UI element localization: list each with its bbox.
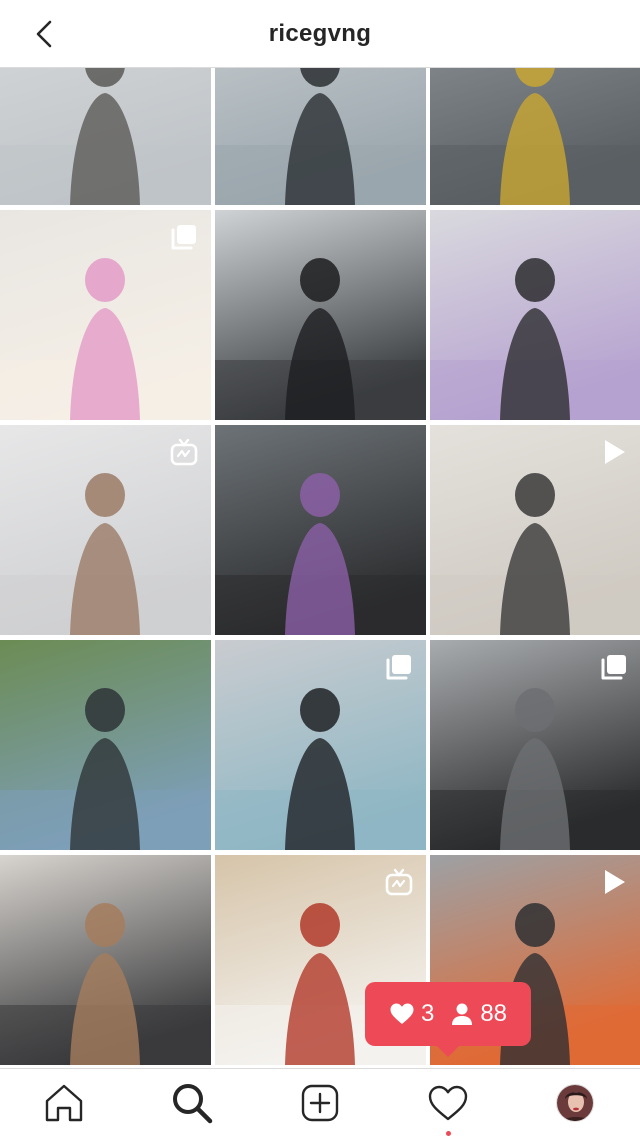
carousel-icon <box>384 652 414 682</box>
tab-new-post[interactable] <box>298 1081 342 1125</box>
post-thumbnail <box>430 210 640 420</box>
tab-activity[interactable] <box>426 1081 470 1136</box>
post-thumbnail <box>430 68 640 205</box>
grid-post[interactable] <box>430 68 640 205</box>
notification-dot <box>446 1131 451 1136</box>
followers-count: 88 <box>480 1000 508 1027</box>
bottom-nav <box>0 1068 640 1138</box>
grid-post[interactable] <box>0 855 211 1065</box>
grid-post[interactable] <box>215 210 426 420</box>
activity-popup[interactable]: 3 88 <box>365 982 531 1057</box>
igtv-icon <box>169 437 199 467</box>
video-play-icon <box>599 437 629 467</box>
likes-count-group: 3 <box>389 1000 434 1028</box>
home-icon <box>45 1084 83 1122</box>
grid-post[interactable] <box>0 68 211 205</box>
post-thumbnail <box>215 425 426 635</box>
grid-post[interactable] <box>215 640 426 850</box>
followers-count-group: 88 <box>450 1000 507 1028</box>
grid-post[interactable] <box>0 210 211 420</box>
top-bar: ricegvng <box>0 0 640 68</box>
carousel-icon <box>169 222 199 252</box>
heart-outline-icon <box>428 1085 468 1121</box>
tab-home[interactable] <box>42 1081 86 1125</box>
avatar <box>557 1085 593 1121</box>
carousel-icon <box>599 652 629 682</box>
grid-post[interactable] <box>430 425 640 635</box>
grid-post[interactable] <box>0 640 211 850</box>
video-play-icon <box>599 867 629 897</box>
igtv-icon <box>384 867 414 897</box>
post-grid <box>0 68 640 1068</box>
post-thumbnail <box>215 210 426 420</box>
post-thumbnail <box>0 640 211 850</box>
post-thumbnail <box>0 68 211 205</box>
grid-post[interactable] <box>215 425 426 635</box>
page-title: ricegvng <box>268 20 372 47</box>
grid-post[interactable] <box>215 68 426 205</box>
plus-square-icon <box>301 1084 339 1122</box>
post-thumbnail <box>0 855 211 1065</box>
tab-search[interactable] <box>170 1081 214 1125</box>
likes-count: 3 <box>420 1000 435 1027</box>
person-icon <box>452 1003 473 1025</box>
grid-post[interactable] <box>0 425 211 635</box>
grid-post[interactable] <box>430 210 640 420</box>
heart-icon <box>390 1003 414 1024</box>
tab-profile[interactable] <box>556 1084 594 1122</box>
grid-post[interactable] <box>430 640 640 850</box>
post-thumbnail <box>215 68 426 205</box>
search-icon <box>173 1084 213 1124</box>
